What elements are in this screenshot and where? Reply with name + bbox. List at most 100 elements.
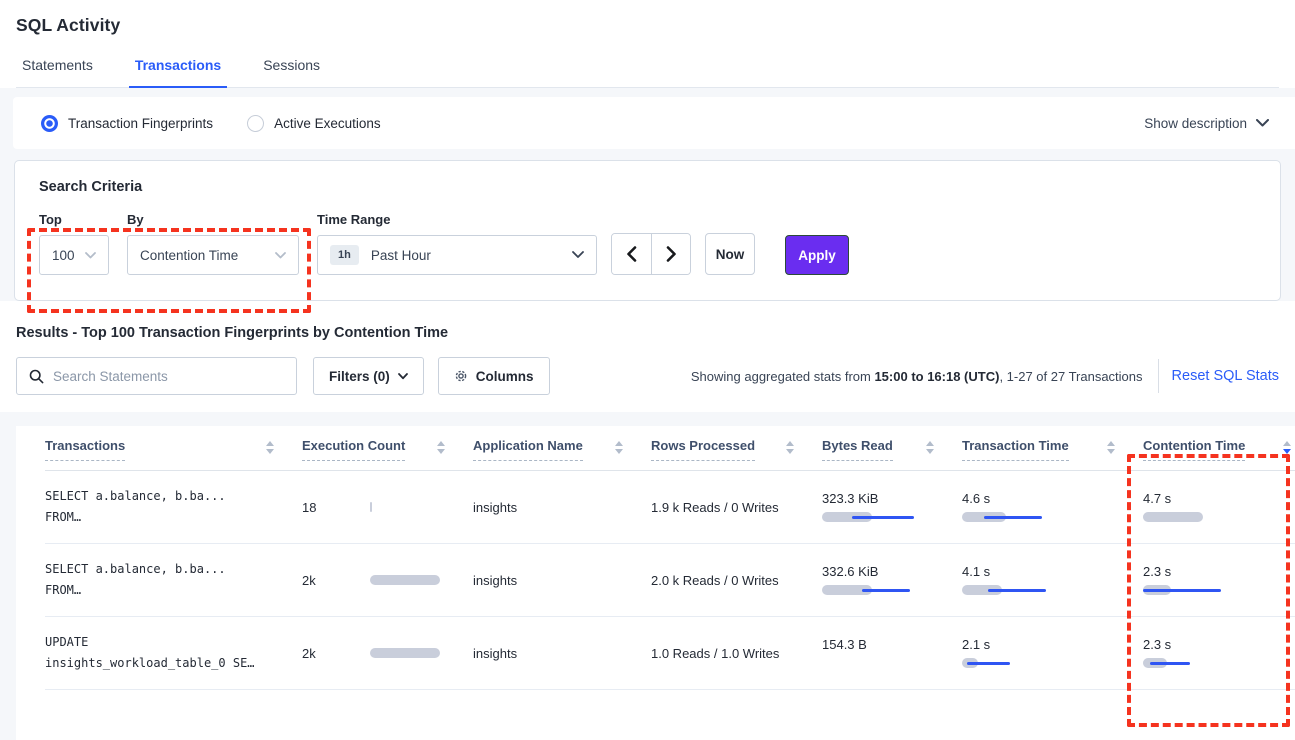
- reset-sql-stats-link[interactable]: Reset SQL Stats: [1172, 368, 1279, 384]
- tab-bar: Statements Transactions Sessions: [16, 57, 1279, 88]
- search-statements-box: [16, 357, 297, 395]
- transaction-fingerprint[interactable]: SELECT a.balance, b.ba...FROM…: [45, 486, 302, 528]
- time-nav-group: [611, 233, 691, 275]
- execution-count-bar: [370, 574, 470, 586]
- tab-statements[interactable]: Statements: [16, 57, 99, 89]
- radio-transaction-fingerprints[interactable]: Transaction Fingerprints: [41, 115, 213, 132]
- column-header-contention-time[interactable]: Contention Time: [1143, 438, 1295, 461]
- search-statements-input[interactable]: [53, 369, 286, 384]
- table-row[interactable]: SELECT a.balance, b.ba...FROM… 2k insigh…: [45, 544, 1295, 617]
- table-wrap: Transactions Execution Count Application…: [0, 412, 1295, 740]
- execution-count-cell: 2k: [302, 646, 473, 661]
- transactions-table: Transactions Execution Count Application…: [16, 426, 1295, 740]
- transaction-fingerprint[interactable]: SELECT a.balance, b.ba...FROM…: [45, 559, 302, 601]
- page-title: SQL Activity: [16, 15, 1279, 36]
- sort-icon[interactable]: [786, 441, 794, 454]
- contention-time-bar: [1143, 657, 1243, 669]
- transaction-time-cell: 4.6 s: [962, 491, 1143, 523]
- filters-button[interactable]: Filters (0): [313, 357, 424, 395]
- transaction-time-cell: 4.1 s: [962, 564, 1143, 596]
- chevron-down-icon: [1256, 119, 1269, 127]
- show-description-label: Show description: [1144, 116, 1247, 131]
- rows-processed-cell: 1.9 k Reads / 0 Writes: [651, 500, 822, 515]
- radio-label: Active Executions: [274, 116, 381, 131]
- by-field: By Contention Time: [127, 212, 299, 275]
- tab-sessions[interactable]: Sessions: [257, 57, 326, 89]
- bytes-read-cell: 154.3 B: [822, 637, 962, 669]
- top-value: 100: [52, 248, 75, 263]
- columns-label: Columns: [476, 369, 534, 384]
- chevron-down-icon: [572, 251, 584, 259]
- execution-count-bar: [370, 501, 470, 513]
- chevron-down-icon: [398, 373, 408, 380]
- execution-count-bar: [370, 647, 470, 659]
- execution-count-cell: 18: [302, 500, 473, 515]
- search-criteria-card: Search Criteria Top 100 By Contention Ti…: [14, 160, 1281, 301]
- sort-icon-active-desc[interactable]: [1283, 441, 1291, 454]
- column-header-transactions[interactable]: Transactions: [45, 438, 302, 461]
- time-range-field: Time Range 1h Past Hour: [317, 212, 597, 275]
- sort-icon[interactable]: [437, 441, 445, 454]
- column-header-bytes-read[interactable]: Bytes Read: [822, 438, 962, 461]
- apply-button[interactable]: Apply: [785, 235, 849, 275]
- contention-time-cell: 2.3 s: [1143, 637, 1295, 669]
- radio-label: Transaction Fingerprints: [68, 116, 213, 131]
- show-description-toggle[interactable]: Show description: [1144, 116, 1269, 131]
- results-title: Results - Top 100 Transaction Fingerprin…: [16, 301, 1279, 341]
- by-label: By: [127, 212, 299, 227]
- sort-icon[interactable]: [615, 441, 623, 454]
- radio-selected-icon: [41, 115, 58, 132]
- application-name-cell: insights: [473, 573, 651, 588]
- aggregated-stats-text: Showing aggregated stats from 15:00 to 1…: [691, 369, 1143, 384]
- bytes-read-bar: [822, 584, 922, 596]
- sort-icon[interactable]: [1107, 441, 1115, 454]
- chevron-left-icon: [626, 246, 637, 262]
- transaction-time-bar: [962, 657, 1062, 669]
- top-label: Top: [39, 212, 109, 227]
- column-header-transaction-time[interactable]: Transaction Time: [962, 438, 1143, 461]
- top-select[interactable]: 100: [39, 235, 109, 275]
- time-range-badge: 1h: [330, 245, 359, 265]
- columns-button[interactable]: Columns: [438, 357, 550, 395]
- contention-time-bar: [1143, 511, 1243, 523]
- radio-active-executions[interactable]: Active Executions: [247, 115, 381, 132]
- spacer: [0, 88, 1295, 97]
- bytes-read-cell: 323.3 KiB: [822, 491, 962, 523]
- spacer: [0, 149, 1295, 160]
- contention-time-bar: [1143, 584, 1243, 596]
- search-criteria-title: Search Criteria: [39, 179, 1256, 195]
- tab-transactions[interactable]: Transactions: [129, 57, 227, 89]
- time-prev-button[interactable]: [612, 234, 651, 274]
- bytes-read-bar: [822, 657, 922, 669]
- app-header: SQL Activity Statements Transactions Ses…: [0, 0, 1295, 88]
- sort-icon[interactable]: [926, 441, 934, 454]
- by-select[interactable]: Contention Time: [127, 235, 299, 275]
- transaction-time-bar: [962, 584, 1062, 596]
- column-header-rows-processed[interactable]: Rows Processed: [651, 438, 822, 461]
- sort-icon[interactable]: [266, 441, 274, 454]
- chevron-down-icon: [275, 252, 286, 259]
- time-range-value: Past Hour: [371, 248, 431, 263]
- column-header-execution-count[interactable]: Execution Count: [302, 438, 473, 461]
- table-header-row: Transactions Execution Count Application…: [45, 438, 1295, 471]
- now-button[interactable]: Now: [705, 233, 755, 275]
- chevron-right-icon: [666, 246, 677, 262]
- time-range-label: Time Range: [317, 212, 597, 227]
- time-next-button[interactable]: [651, 234, 690, 274]
- search-icon: [29, 369, 44, 384]
- time-range-select[interactable]: 1h Past Hour: [317, 235, 597, 275]
- results-section: Results - Top 100 Transaction Fingerprin…: [0, 301, 1295, 412]
- top-field: Top 100: [39, 212, 109, 275]
- contention-time-cell: 4.7 s: [1143, 491, 1295, 523]
- radio-unselected-icon: [247, 115, 264, 132]
- application-name-cell: insights: [473, 646, 651, 661]
- application-name-cell: insights: [473, 500, 651, 515]
- transaction-fingerprint[interactable]: UPDATEinsights_workload_table_0 SE…: [45, 632, 302, 674]
- view-mode-bar: Transaction Fingerprints Active Executio…: [13, 97, 1295, 149]
- table-row[interactable]: SELECT a.balance, b.ba...FROM… 18 insigh…: [45, 471, 1295, 544]
- rows-processed-cell: 2.0 k Reads / 0 Writes: [651, 573, 822, 588]
- column-header-application-name[interactable]: Application Name: [473, 438, 651, 461]
- bytes-read-bar: [822, 511, 922, 523]
- table-row[interactable]: UPDATEinsights_workload_table_0 SE… 2k i…: [45, 617, 1295, 690]
- contention-time-cell: 2.3 s: [1143, 564, 1295, 596]
